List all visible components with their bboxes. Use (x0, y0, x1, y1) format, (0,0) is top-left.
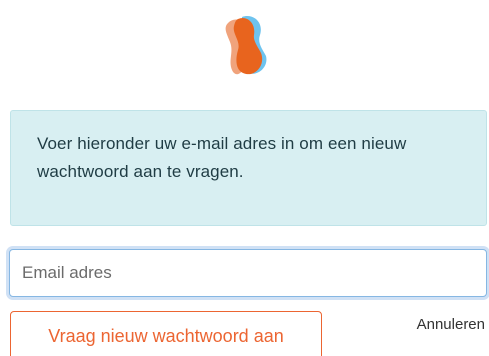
reset-password-page: Voer hieronder uw e-mail adres in om een… (0, 0, 489, 356)
email-field[interactable] (9, 249, 487, 297)
cancel-link[interactable]: Annuleren (417, 316, 485, 333)
info-message-text: Voer hieronder uw e-mail adres in om een… (37, 134, 407, 181)
butterfly-logo-icon (208, 10, 278, 80)
request-new-password-button[interactable]: Vraag nieuw wachtwoord aan (10, 311, 322, 356)
info-message-box: Voer hieronder uw e-mail adres in om een… (10, 110, 487, 226)
